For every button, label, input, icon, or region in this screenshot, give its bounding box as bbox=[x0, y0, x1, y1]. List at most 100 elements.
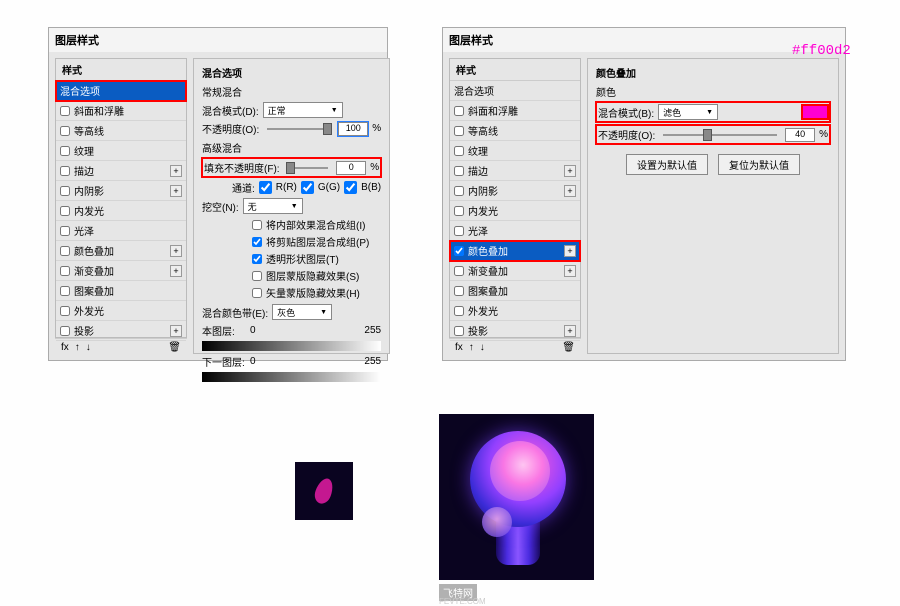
style-row[interactable]: 等高线 bbox=[56, 121, 186, 141]
arrow-down-icon[interactable]: ↓ bbox=[480, 342, 485, 353]
style-row[interactable]: 斜面和浮雕 bbox=[450, 101, 580, 121]
style-row[interactable]: 内阴影+ bbox=[450, 181, 580, 201]
blend-mode-dropdown[interactable]: 正常▼ bbox=[263, 102, 343, 118]
style-row[interactable]: 颜色叠加+ bbox=[450, 241, 580, 261]
adv-check-4[interactable] bbox=[252, 271, 262, 281]
adv-check-5[interactable] bbox=[252, 288, 262, 298]
reset-default-button[interactable]: 复位为默认值 bbox=[718, 154, 800, 175]
plus-icon[interactable]: + bbox=[170, 165, 182, 177]
style-checkbox[interactable] bbox=[60, 226, 70, 236]
style-checkbox[interactable] bbox=[60, 106, 70, 116]
style-row[interactable]: 纹理 bbox=[450, 141, 580, 161]
opacity-label: 不透明度(O): bbox=[202, 121, 259, 136]
arrow-up-icon[interactable]: ↑ bbox=[75, 342, 80, 353]
style-checkbox[interactable] bbox=[60, 306, 70, 316]
make-default-button[interactable]: 设置为默认值 bbox=[626, 154, 708, 175]
style-checkbox[interactable] bbox=[454, 146, 464, 156]
style-label: 斜面和浮雕 bbox=[74, 103, 124, 118]
style-row[interactable]: 描边+ bbox=[56, 161, 186, 181]
plus-icon[interactable]: + bbox=[170, 325, 182, 337]
style-row[interactable]: 内阴影+ bbox=[56, 181, 186, 201]
style-checkbox[interactable] bbox=[454, 206, 464, 216]
style-row[interactable]: 渐变叠加+ bbox=[56, 261, 186, 281]
style-checkbox[interactable] bbox=[454, 226, 464, 236]
style-checkbox[interactable] bbox=[454, 186, 464, 196]
opacity-row: 不透明度(O): 40 % bbox=[596, 125, 830, 144]
style-checkbox[interactable] bbox=[454, 286, 464, 296]
style-checkbox[interactable] bbox=[60, 326, 70, 336]
opacity-input[interactable]: 100 bbox=[338, 122, 368, 136]
style-checkbox[interactable] bbox=[60, 206, 70, 216]
style-label: 纹理 bbox=[468, 143, 488, 158]
style-row[interactable]: 内发光 bbox=[450, 201, 580, 221]
style-label: 混合选项 bbox=[454, 83, 494, 98]
style-checkbox[interactable] bbox=[60, 266, 70, 276]
knockout-dropdown[interactable]: 无▼ bbox=[243, 198, 303, 214]
channel-r-checkbox[interactable] bbox=[259, 181, 272, 194]
style-checkbox[interactable] bbox=[454, 126, 464, 136]
blend-mode-dropdown[interactable]: 滤色▼ bbox=[658, 104, 718, 120]
style-row[interactable]: 斜面和浮雕 bbox=[56, 101, 186, 121]
color-swatch[interactable] bbox=[802, 105, 828, 119]
this-layer-gradient[interactable] bbox=[202, 341, 381, 351]
opacity-slider[interactable] bbox=[267, 128, 330, 130]
fx-label[interactable]: fx bbox=[455, 342, 463, 353]
opacity-slider[interactable] bbox=[663, 134, 777, 136]
plus-icon[interactable]: + bbox=[564, 185, 576, 197]
style-row[interactable]: 外发光 bbox=[56, 301, 186, 321]
style-checkbox[interactable] bbox=[454, 306, 464, 316]
style-checkbox[interactable] bbox=[454, 246, 464, 256]
style-checkbox[interactable] bbox=[60, 146, 70, 156]
trash-icon[interactable]: 🗑 bbox=[168, 342, 181, 353]
style-label: 描边 bbox=[468, 163, 488, 178]
style-row[interactable]: 纹理 bbox=[56, 141, 186, 161]
opacity-input[interactable]: 40 bbox=[785, 128, 815, 142]
style-checkbox[interactable] bbox=[454, 326, 464, 336]
channel-g-checkbox[interactable] bbox=[301, 181, 314, 194]
style-row[interactable]: 光泽 bbox=[450, 221, 580, 241]
plus-icon[interactable]: + bbox=[564, 265, 576, 277]
fx-footer: fx ↑ ↓ 🗑 bbox=[449, 338, 581, 356]
arrow-down-icon[interactable]: ↓ bbox=[86, 342, 91, 353]
fx-label[interactable]: fx bbox=[61, 342, 69, 353]
arrow-up-icon[interactable]: ↑ bbox=[469, 342, 474, 353]
blend-if-dropdown[interactable]: 灰色▼ bbox=[272, 304, 332, 320]
style-checkbox[interactable] bbox=[60, 286, 70, 296]
style-row[interactable]: 渐变叠加+ bbox=[450, 261, 580, 281]
preview-thumbnail-large bbox=[439, 414, 594, 580]
style-checkbox[interactable] bbox=[454, 266, 464, 276]
style-row[interactable]: 混合选项 bbox=[56, 81, 186, 101]
adv-check-1[interactable] bbox=[252, 220, 262, 230]
style-row[interactable]: 外发光 bbox=[450, 301, 580, 321]
style-row[interactable]: 描边 + bbox=[450, 161, 580, 181]
adv-check-3[interactable] bbox=[252, 254, 262, 264]
style-row[interactable]: 等高线 bbox=[450, 121, 580, 141]
style-label: 光泽 bbox=[468, 223, 488, 238]
plus-icon[interactable]: + bbox=[170, 245, 182, 257]
style-checkbox[interactable] bbox=[60, 126, 70, 136]
plus-icon[interactable]: + bbox=[564, 245, 576, 257]
style-row[interactable]: 光泽 bbox=[56, 221, 186, 241]
style-checkbox[interactable] bbox=[60, 166, 70, 176]
plus-icon[interactable]: + bbox=[564, 325, 576, 337]
plus-icon[interactable]: + bbox=[170, 265, 182, 277]
style-row[interactable]: 图案叠加 bbox=[450, 281, 580, 301]
plus-icon[interactable]: + bbox=[170, 185, 182, 197]
channel-b-checkbox[interactable] bbox=[344, 181, 357, 194]
style-checkbox[interactable] bbox=[60, 246, 70, 256]
under-layer-gradient[interactable] bbox=[202, 372, 381, 382]
style-checkbox[interactable] bbox=[60, 186, 70, 196]
style-row[interactable]: 内发光 bbox=[56, 201, 186, 221]
style-label: 内发光 bbox=[74, 203, 104, 218]
style-row[interactable]: 混合选项 bbox=[450, 81, 580, 101]
plus-icon[interactable]: + bbox=[564, 165, 576, 177]
style-checkbox[interactable] bbox=[454, 106, 464, 116]
trash-icon[interactable]: 🗑 bbox=[562, 342, 575, 353]
style-label: 纹理 bbox=[74, 143, 94, 158]
style-row[interactable]: 颜色叠加+ bbox=[56, 241, 186, 261]
fill-opacity-slider[interactable] bbox=[288, 167, 329, 169]
adv-check-2[interactable] bbox=[252, 237, 262, 247]
style-checkbox[interactable] bbox=[454, 166, 464, 176]
fill-opacity-input[interactable]: 0 bbox=[336, 161, 366, 175]
style-row[interactable]: 图案叠加 bbox=[56, 281, 186, 301]
